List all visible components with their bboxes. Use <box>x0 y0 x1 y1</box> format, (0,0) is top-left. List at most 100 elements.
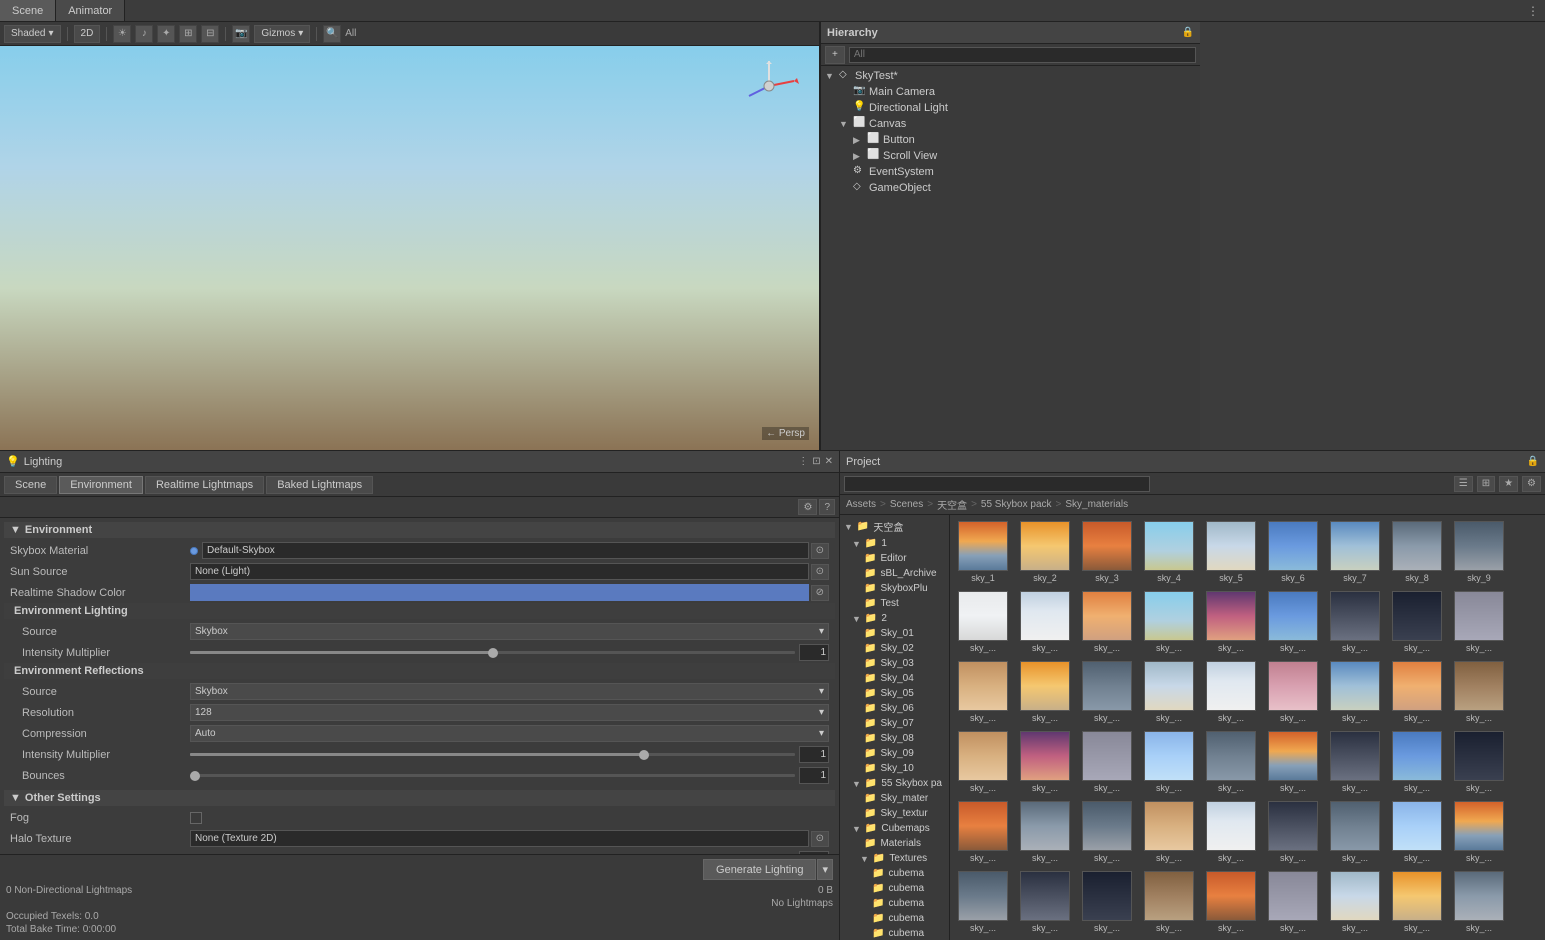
fog-checkbox[interactable] <box>190 812 202 824</box>
project-tree-item[interactable]: ▼📁天空盒 <box>840 517 949 536</box>
project-tree-item[interactable]: 📁Sky_mater <box>840 791 949 806</box>
scene-gizmo[interactable] <box>739 56 799 116</box>
asset-item[interactable]: sky_... <box>1388 869 1446 935</box>
add-hierarchy-btn[interactable]: + <box>825 46 845 64</box>
bounces-val[interactable]: 1 <box>799 767 829 784</box>
project-tree-item[interactable]: 📁sBL_Archive <box>840 566 949 581</box>
project-search[interactable] <box>844 476 1150 492</box>
tree-item[interactable]: 📷Main Camera <box>821 84 1200 100</box>
project-tree-item[interactable]: 📁SkyboxPlu <box>840 581 949 596</box>
asset-item[interactable]: sky_... <box>1140 659 1198 725</box>
close-icon[interactable]: ✕ <box>825 456 833 467</box>
project-tree-item[interactable]: 📁Sky_06 <box>840 701 949 716</box>
environment-section-header[interactable]: ▼ Environment <box>4 522 835 538</box>
asset-item[interactable]: sky_... <box>954 729 1012 795</box>
asset-item[interactable]: sky_... <box>1450 799 1508 865</box>
asset-item[interactable]: sky_3 <box>1078 519 1136 585</box>
project-tree-item[interactable]: 📁Sky_textur <box>840 806 949 821</box>
project-tree-item[interactable]: 📁Sky_01 <box>840 626 949 641</box>
project-tree-item[interactable]: ▼📁Textures <box>840 851 949 866</box>
project-tree-item[interactable]: 📁Test <box>840 596 949 611</box>
asset-item[interactable]: sky_... <box>1016 799 1074 865</box>
tree-item[interactable]: ▶⬜Button <box>821 132 1200 148</box>
compression-dropdown[interactable]: Auto ▾ <box>190 725 829 742</box>
asset-item[interactable]: sky_... <box>1326 659 1384 725</box>
generate-lighting-btn[interactable]: Generate Lighting <box>703 859 816 880</box>
asset-item[interactable]: sky_... <box>1264 869 1322 935</box>
halo-texture-input[interactable]: None (Texture 2D) <box>190 830 809 847</box>
project-tree-item[interactable]: 📁Sky_10 <box>840 761 949 776</box>
asset-item[interactable]: sky_... <box>1078 589 1136 655</box>
lighting-tab-baked-lightmaps[interactable]: Baked Lightmaps <box>266 476 373 494</box>
asset-item[interactable]: sky_... <box>1326 869 1384 935</box>
project-tree-item[interactable]: 📁Sky_08 <box>840 731 949 746</box>
env-source-dropdown[interactable]: Skybox ▾ <box>190 623 829 640</box>
project-tree-item[interactable]: ▼📁2 <box>840 611 949 626</box>
project-tree-item[interactable]: 📁Sky_09 <box>840 746 949 761</box>
tree-item[interactable]: ▼◇SkyTest* <box>821 68 1200 84</box>
audio-toggle[interactable]: ♪ <box>135 25 153 43</box>
breadcrumb-item[interactable]: 55 Skybox pack <box>981 499 1052 510</box>
asset-item[interactable]: sky_8 <box>1388 519 1446 585</box>
camera-btn[interactable]: 📷 <box>232 25 250 43</box>
project-tree-item[interactable]: ▼📁1 <box>840 536 949 551</box>
sun-source-pick[interactable]: ⊙ <box>811 564 829 580</box>
breadcrumb-item[interactable]: 天空盒 <box>937 497 967 512</box>
project-tree-item[interactable]: 📁Sky_02 <box>840 641 949 656</box>
asset-item[interactable]: sky_4 <box>1140 519 1198 585</box>
project-list-view[interactable]: ☰ <box>1454 476 1473 492</box>
asset-item[interactable]: sky_... <box>1140 799 1198 865</box>
project-tree-item[interactable]: 📁cubema <box>840 911 949 926</box>
tree-item[interactable]: ▼⬜Canvas <box>821 116 1200 132</box>
search-icon[interactable]: 🔍 <box>323 25 341 43</box>
mode-2d-btn[interactable]: 2D <box>74 25 101 43</box>
asset-item[interactable]: sky_2 <box>1016 519 1074 585</box>
asset-item[interactable]: sky_... <box>1326 729 1384 795</box>
asset-item[interactable]: sky_... <box>1016 729 1074 795</box>
project-star[interactable]: ★ <box>1499 476 1518 492</box>
project-tree-item[interactable]: 📁cubema <box>840 896 949 911</box>
breadcrumb-item[interactable]: Scenes <box>890 499 923 510</box>
tree-item[interactable]: ◇GameObject <box>821 180 1200 196</box>
asset-item[interactable]: sky_... <box>1078 869 1136 935</box>
refl-intensity-val[interactable]: 1 <box>799 746 829 763</box>
asset-item[interactable]: sky_... <box>1450 589 1508 655</box>
asset-item[interactable]: sky_... <box>1016 589 1074 655</box>
intensity-slider-track[interactable] <box>190 651 795 654</box>
lighting-tab-scene[interactable]: Scene <box>4 476 57 494</box>
other-settings-header[interactable]: ▼ Other Settings <box>4 790 835 806</box>
lighting-tab-realtime-lightmaps[interactable]: Realtime Lightmaps <box>145 476 264 494</box>
project-tree-item[interactable]: 📁Sky_04 <box>840 671 949 686</box>
asset-item[interactable]: sky_... <box>1140 589 1198 655</box>
skybox-material-input[interactable]: Default-Skybox <box>202 542 809 559</box>
project-tree-item[interactable]: 📁cubema <box>840 926 949 940</box>
project-tree-item[interactable]: 📁Sky_07 <box>840 716 949 731</box>
intensity-slider-value[interactable]: 1 <box>799 644 829 661</box>
gizmos-dropdown[interactable]: Gizmos ▾ <box>254 25 310 43</box>
asset-item[interactable]: sky_... <box>1264 659 1322 725</box>
asset-item[interactable]: sky_9 <box>1450 519 1508 585</box>
asset-item[interactable]: sky_... <box>1264 799 1322 865</box>
asset-item[interactable]: sky_... <box>1202 659 1260 725</box>
project-tree-item[interactable]: 📁cubema <box>840 866 949 881</box>
lighting-help-btn[interactable]: ? <box>819 499 835 515</box>
resolution-dropdown[interactable]: 128 ▾ <box>190 704 829 721</box>
asset-item[interactable]: sky_... <box>1264 729 1322 795</box>
asset-item[interactable]: sky_1 <box>954 519 1012 585</box>
asset-item[interactable]: sky_... <box>1202 729 1260 795</box>
lighting-settings-btn[interactable]: ⚙ <box>798 499 817 515</box>
asset-item[interactable]: sky_... <box>1078 799 1136 865</box>
generate-dropdown-btn[interactable]: ▾ <box>817 859 833 880</box>
hierarchy-search[interactable] <box>849 47 1196 63</box>
tab-animator[interactable]: Animator <box>56 0 125 21</box>
tree-item[interactable]: ▶⬜Scroll View <box>821 148 1200 164</box>
asset-item[interactable]: sky_... <box>1202 799 1260 865</box>
lighting-options[interactable]: ⋮ <box>798 456 808 467</box>
refl-intensity-track[interactable] <box>190 753 795 756</box>
asset-item[interactable]: sky_... <box>954 589 1012 655</box>
asset-item[interactable]: sky_... <box>1016 659 1074 725</box>
asset-item[interactable]: sky_... <box>954 799 1012 865</box>
asset-item[interactable]: sky_... <box>1202 589 1260 655</box>
project-tree-item[interactable]: 📁Editor <box>840 551 949 566</box>
bounces-track[interactable] <box>190 774 795 777</box>
